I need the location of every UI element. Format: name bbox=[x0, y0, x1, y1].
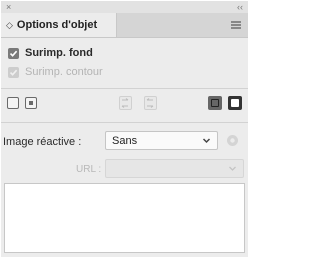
overprint-stroke-checkbox[interactable] bbox=[8, 66, 19, 78]
overprint-fill-checkbox[interactable] bbox=[8, 47, 19, 59]
overprint-fill-row[interactable]: Surimp. fond bbox=[8, 47, 93, 59]
tab-bar: ◇ Options d'objet bbox=[1, 13, 248, 38]
globe-icon[interactable] bbox=[226, 134, 239, 147]
hotspot-label: Image réactive : bbox=[3, 136, 82, 148]
non-printing-icon[interactable] bbox=[7, 97, 19, 109]
url-input[interactable] bbox=[105, 159, 244, 178]
checkmark-icon bbox=[9, 50, 18, 57]
options-panel: × ‹‹ ◇ Options d'objet Surimp. fond Suri… bbox=[1, 1, 248, 257]
overprint-stroke-label: Surimp. contour bbox=[25, 66, 103, 78]
overprint-stroke-row[interactable]: Surimp. contour bbox=[8, 66, 103, 78]
divider bbox=[1, 122, 248, 123]
text-area[interactable] bbox=[4, 183, 245, 253]
mode-light-icon[interactable] bbox=[228, 96, 242, 110]
mode-dark-icon[interactable] bbox=[208, 96, 222, 110]
align-left-icon[interactable] bbox=[119, 96, 132, 110]
url-label: URL : bbox=[76, 164, 102, 175]
panel-titlebar: × ‹‹ bbox=[1, 1, 248, 13]
overprint-fill-label: Surimp. fond bbox=[25, 47, 93, 59]
knockout-icon[interactable] bbox=[25, 97, 37, 109]
chevron-down-icon bbox=[202, 138, 211, 144]
tab-options-objet[interactable]: ◇ Options d'objet bbox=[1, 13, 117, 37]
hotspot-select[interactable]: Sans bbox=[105, 131, 218, 150]
hotspot-select-value: Sans bbox=[112, 135, 138, 147]
tab-arrow-icon: ◇ bbox=[6, 19, 13, 30]
align-right-icon[interactable] bbox=[144, 96, 157, 110]
tab-label: Options d'objet bbox=[16, 19, 98, 31]
panel-menu-icon[interactable] bbox=[231, 21, 241, 29]
divider bbox=[1, 88, 248, 89]
collapse-icon[interactable]: ‹‹ bbox=[237, 1, 243, 13]
chevron-down-icon bbox=[229, 166, 236, 171]
close-icon[interactable]: × bbox=[6, 1, 11, 13]
checkmark-icon bbox=[9, 69, 18, 76]
